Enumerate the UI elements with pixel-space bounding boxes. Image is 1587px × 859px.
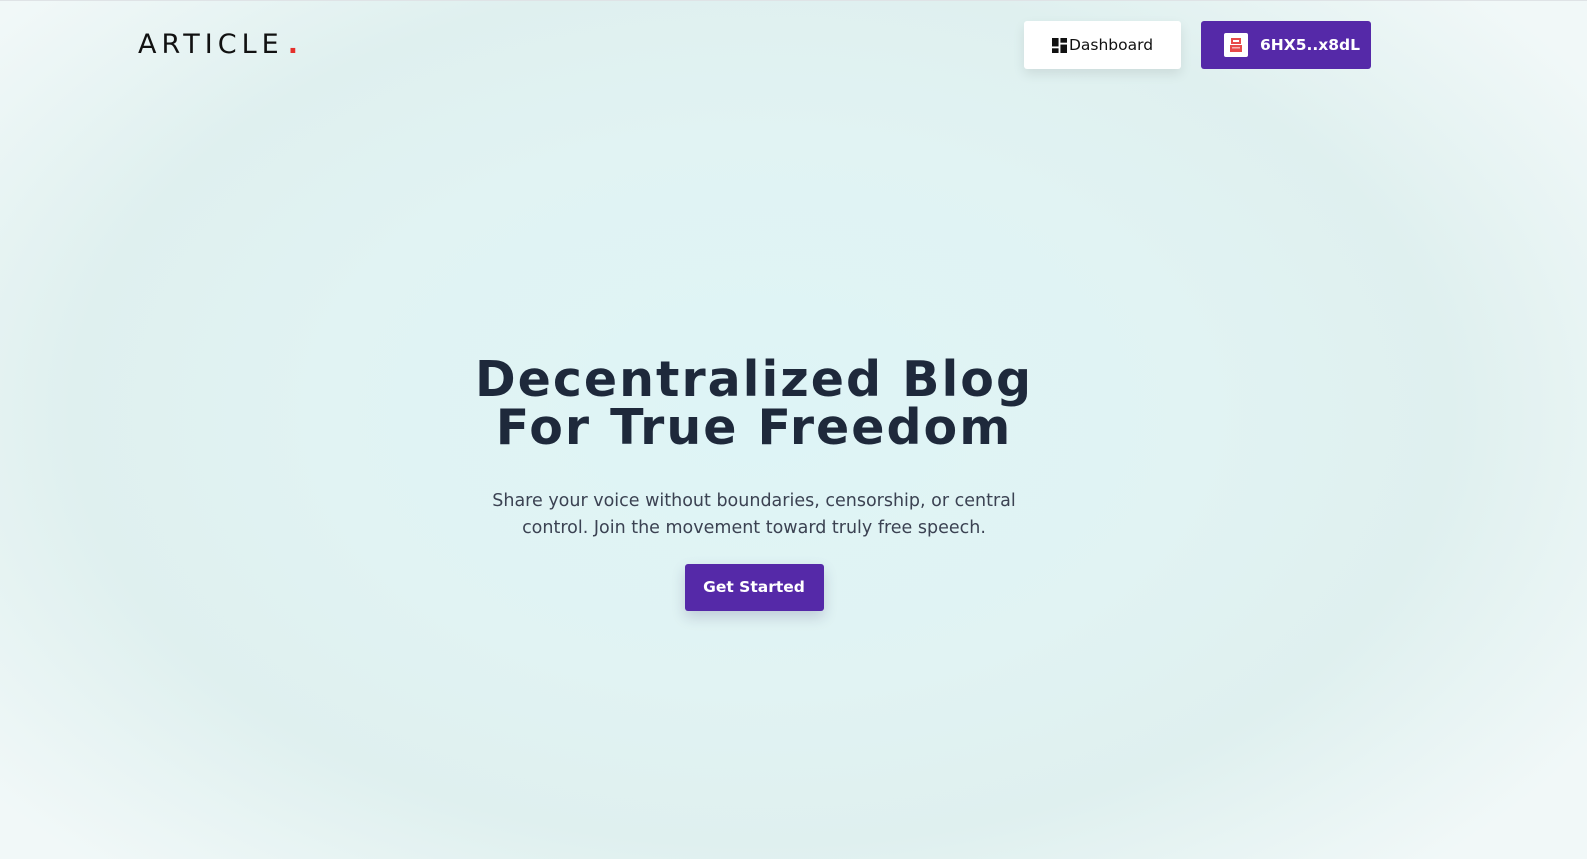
brand-logo[interactable]: ARTICLE . bbox=[138, 29, 298, 60]
hero-title-line-2: For True Freedom bbox=[495, 399, 1013, 456]
wallet-address: 6HX5..x8dL bbox=[1260, 36, 1361, 54]
hero-subtitle: Share your voice without boundaries, cen… bbox=[492, 491, 1016, 538]
brand-dot: . bbox=[287, 29, 298, 60]
wallet-button[interactable]: 6HX5..x8dL bbox=[1201, 21, 1371, 69]
hero-section: Decentralized Blog For True Freedom Shar… bbox=[0, 355, 1508, 611]
wallet-avatar-icon bbox=[1224, 33, 1248, 57]
hero-title: Decentralized Blog For True Freedom bbox=[0, 355, 1508, 452]
brand-name: ARTICLE bbox=[138, 29, 284, 60]
dashboard-button-label: Dashboard bbox=[1068, 36, 1154, 54]
dashboard-button[interactable]: Dashboard bbox=[1024, 21, 1181, 69]
dashboard-grid-icon bbox=[1051, 37, 1067, 53]
get-started-button[interactable]: Get Started bbox=[684, 564, 824, 611]
